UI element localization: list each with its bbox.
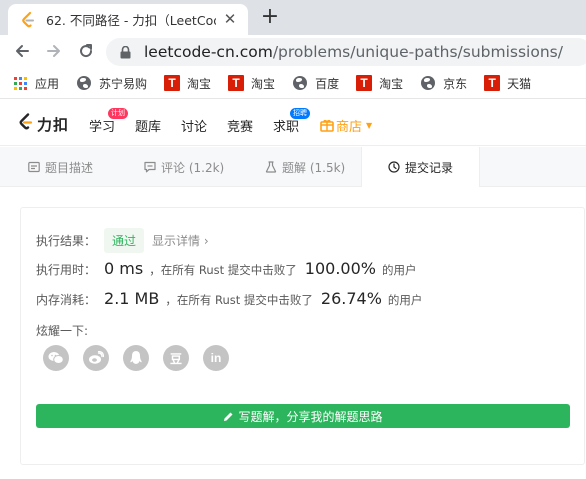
runtime-percentile: 100.00% bbox=[304, 259, 376, 278]
chevron-down-icon: ▼ bbox=[366, 121, 373, 130]
globe-icon bbox=[76, 75, 92, 91]
study-plan-badge: 计划 bbox=[108, 108, 128, 119]
share-row: 炫耀一下: bbox=[36, 322, 88, 339]
memory-row: 内存消耗： 2.1 MB ，在所有 Rust 提交中击败了 26.74% 的用户 bbox=[36, 289, 422, 308]
clock-icon bbox=[388, 161, 400, 173]
forward-icon[interactable] bbox=[42, 39, 66, 63]
status-badge[interactable]: 通过 bbox=[104, 228, 145, 253]
t-icon: T bbox=[164, 75, 181, 91]
nav-study[interactable]: 学习 计划 bbox=[89, 108, 128, 135]
tab-description[interactable]: 题目描述 bbox=[28, 147, 93, 187]
qq-icon[interactable] bbox=[123, 345, 149, 371]
back-icon[interactable] bbox=[10, 39, 34, 63]
bookmark-label: 京东 bbox=[443, 76, 468, 91]
tab-solutions-label: 题解 (1.5k) bbox=[282, 160, 346, 175]
nav-study-label: 学习 bbox=[89, 120, 116, 135]
leetcode-favicon-icon bbox=[20, 11, 36, 28]
bookmark-jd[interactable]: 京东 bbox=[420, 75, 467, 92]
url-host: leetcode-cn.com bbox=[144, 43, 273, 61]
memory-label: 内存消耗： bbox=[36, 293, 97, 307]
pencil-icon bbox=[223, 411, 234, 422]
weibo-icon[interactable] bbox=[83, 345, 109, 371]
tab-description-label: 题目描述 bbox=[45, 160, 94, 175]
show-details-link[interactable]: 显示详情 › bbox=[152, 232, 209, 249]
nav-discuss[interactable]: 讨论 bbox=[181, 116, 207, 135]
comment-icon bbox=[144, 161, 156, 173]
browser-tab-strip: 62. 不同路径 - 力扣（LeetCode ✕ + bbox=[0, 0, 586, 35]
linkedin-glyph: in bbox=[210, 351, 222, 365]
t-icon: T bbox=[484, 75, 501, 91]
site-header: 力扣 学习 计划 题库 讨论 竞赛 求职 招聘 商店 ▼ bbox=[0, 100, 586, 146]
share-label: 炫耀一下: bbox=[36, 324, 89, 338]
tab-comments-label: 评论 (1.2k) bbox=[161, 160, 225, 175]
bookmark-suning[interactable]: 苏宁易购 bbox=[76, 75, 147, 92]
submission-result-card: 执行结果： 通过 显示详情 › 执行用时： 0 ms ，在所有 Rust 提交中… bbox=[20, 207, 585, 465]
browser-toolbar: leetcode-cn.com/problems/unique-paths/su… bbox=[0, 35, 586, 68]
logo-text: 力扣 bbox=[37, 115, 70, 134]
close-tab-icon[interactable]: ✕ bbox=[222, 11, 238, 27]
nav-store[interactable]: 商店 ▼ bbox=[320, 116, 372, 135]
bookmarks-bar: 应用 苏宁易购 T 淘宝 T 淘宝 百度 T 淘宝 京东 T 天猫 bbox=[0, 68, 586, 99]
wechat-icon[interactable] bbox=[43, 345, 69, 371]
leetcode-logo[interactable]: 力扣 bbox=[18, 113, 69, 135]
write-solution-button[interactable]: 写题解，分享我的解题思路 bbox=[36, 404, 570, 428]
memory-percentile: 26.74% bbox=[320, 289, 382, 308]
memory-suffix: 的用户 bbox=[387, 293, 423, 307]
bookmark-taobao-2[interactable]: T 淘宝 bbox=[228, 75, 275, 92]
bookmark-label: 天猫 bbox=[507, 76, 532, 91]
t-icon: T bbox=[228, 75, 245, 91]
globe-icon bbox=[420, 75, 436, 91]
douban-glyph: 豆 bbox=[169, 351, 182, 366]
browser-tab-title: 62. 不同路径 - 力扣（LeetCode bbox=[46, 13, 216, 28]
new-tab-icon[interactable]: + bbox=[258, 5, 282, 29]
bookmark-taobao-1[interactable]: T 淘宝 bbox=[164, 75, 211, 92]
nav-store-label: 商店 bbox=[336, 120, 363, 135]
apps-grid-icon bbox=[12, 75, 28, 91]
document-icon bbox=[28, 161, 40, 173]
linkedin-icon[interactable]: in bbox=[203, 345, 229, 371]
t-icon: T bbox=[356, 75, 373, 91]
flask-icon bbox=[265, 161, 277, 173]
bookmark-tmall[interactable]: T 天猫 bbox=[484, 75, 531, 92]
runtime-label: 执行用时： bbox=[36, 263, 97, 277]
bookmark-label: 应用 bbox=[35, 76, 60, 91]
tab-solutions[interactable]: 题解 (1.5k) bbox=[265, 147, 345, 187]
bookmark-apps[interactable]: 应用 bbox=[12, 75, 59, 92]
address-bar[interactable]: leetcode-cn.com/problems/unique-paths/su… bbox=[106, 38, 586, 66]
status-row: 执行结果： 通过 显示详情 › bbox=[36, 228, 209, 253]
write-solution-label: 写题解，分享我的解题思路 bbox=[238, 409, 383, 424]
bookmark-baidu[interactable]: 百度 bbox=[292, 75, 339, 92]
problem-tabs: 题目描述 评论 (1.2k) 题解 (1.5k) 提交记录 bbox=[0, 147, 586, 187]
url-text: leetcode-cn.com/problems/unique-paths/su… bbox=[144, 43, 563, 61]
status-label: 执行结果： bbox=[36, 234, 97, 248]
douban-icon[interactable]: 豆 bbox=[163, 345, 189, 371]
nav-problems[interactable]: 题库 bbox=[135, 116, 161, 135]
memory-value: 2.1 MB bbox=[104, 289, 160, 308]
runtime-value: 0 ms bbox=[104, 259, 144, 278]
tab-comments[interactable]: 评论 (1.2k) bbox=[144, 147, 224, 187]
lock-icon bbox=[118, 45, 132, 59]
bookmark-label: 淘宝 bbox=[379, 76, 404, 91]
url-path: /problems/unique-paths/submissions/ bbox=[272, 43, 563, 61]
memory-comparison-text: ，在所有 Rust 提交中击败了 bbox=[165, 293, 313, 307]
bookmark-taobao-3[interactable]: T 淘宝 bbox=[356, 75, 403, 92]
globe-icon bbox=[292, 75, 308, 91]
bookmark-label: 苏宁易购 bbox=[99, 76, 148, 91]
nav-jobs-label: 求职 bbox=[273, 120, 300, 135]
nav-contest[interactable]: 竞赛 bbox=[227, 116, 253, 135]
tab-submissions[interactable]: 提交记录 bbox=[361, 147, 480, 187]
bookmark-label: 淘宝 bbox=[187, 76, 212, 91]
bookmark-label: 百度 bbox=[315, 76, 340, 91]
bookmark-label: 淘宝 bbox=[251, 76, 276, 91]
leetcode-logo-icon bbox=[18, 113, 34, 135]
store-icon bbox=[320, 119, 334, 132]
browser-tab[interactable]: 62. 不同路径 - 力扣（LeetCode ✕ bbox=[8, 4, 248, 35]
runtime-suffix: 的用户 bbox=[381, 263, 417, 277]
reload-icon[interactable] bbox=[74, 39, 98, 63]
nav-jobs[interactable]: 求职 招聘 bbox=[273, 108, 310, 135]
tab-submissions-label: 提交记录 bbox=[404, 160, 453, 175]
runtime-comparison-text: ，在所有 Rust 提交中击败了 bbox=[149, 263, 297, 277]
runtime-row: 执行用时： 0 ms ，在所有 Rust 提交中击败了 100.00% 的用户 bbox=[36, 259, 416, 278]
jobs-hiring-badge: 招聘 bbox=[290, 108, 310, 119]
